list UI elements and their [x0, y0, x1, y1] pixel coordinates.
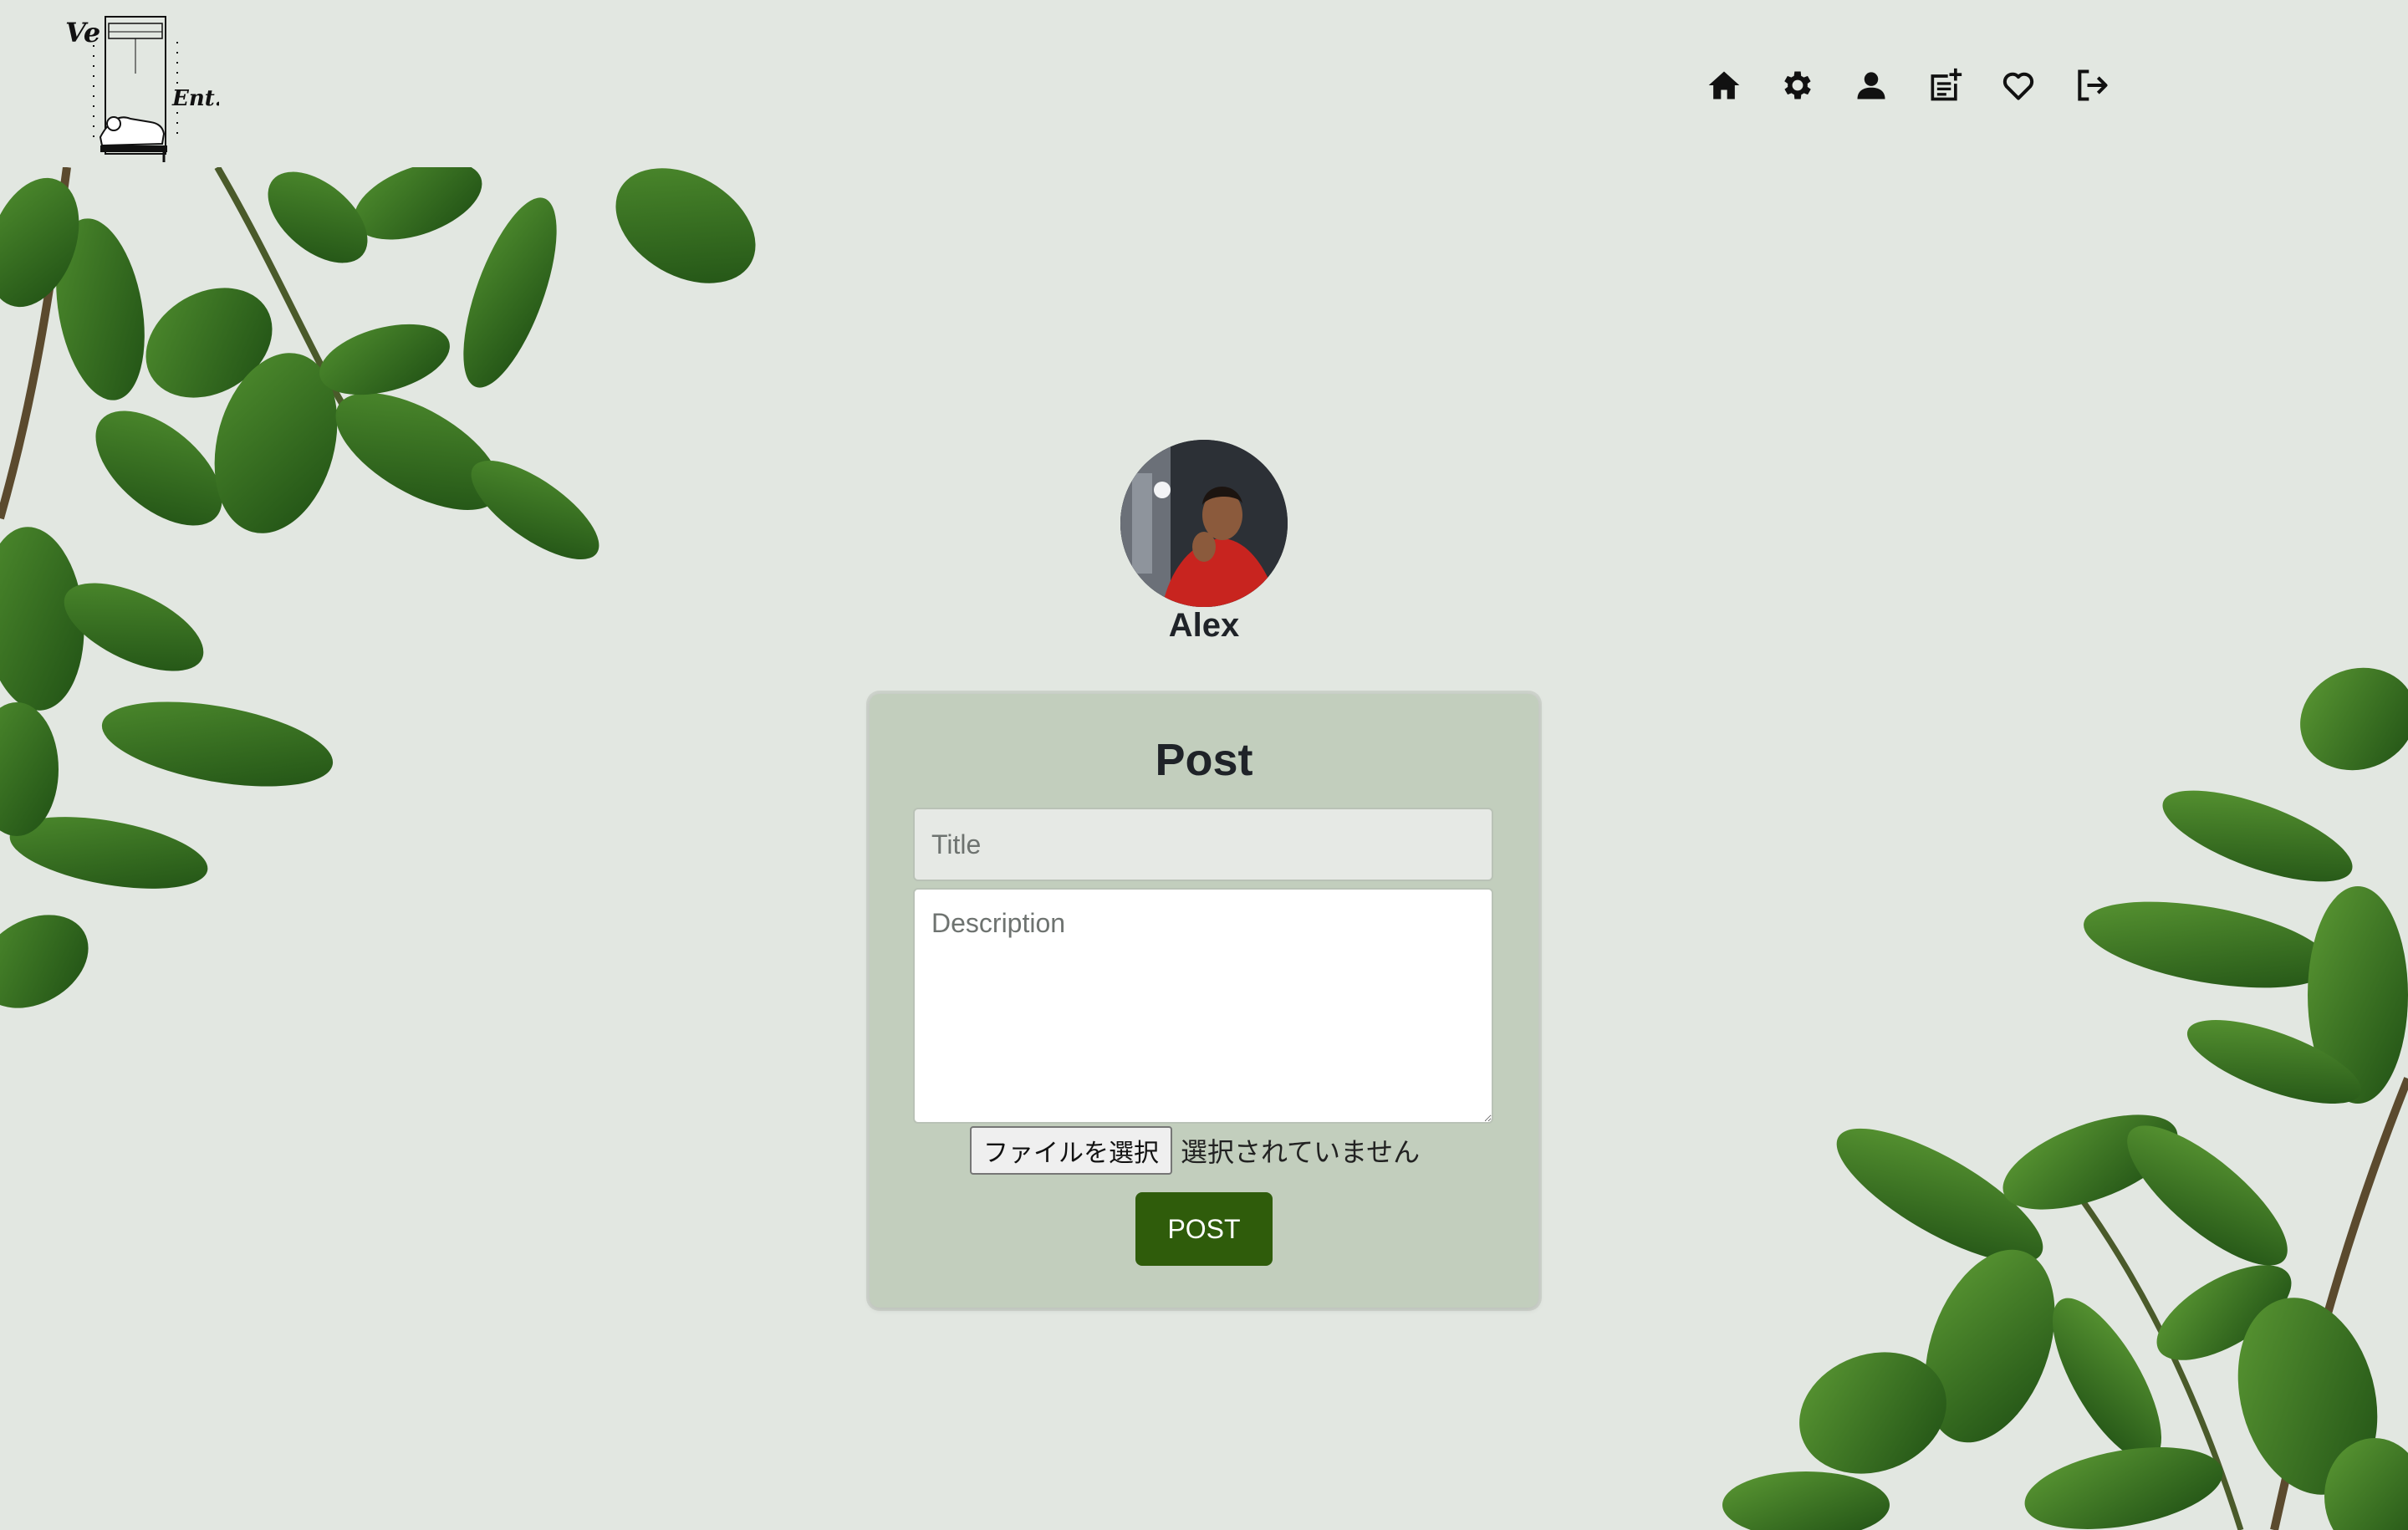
brand-logo[interactable]: Ve Ent. [64, 12, 222, 164]
nav-logout[interactable] [2074, 62, 2110, 109]
home-icon [1708, 71, 1740, 99]
decorative-leaves-left [0, 167, 756, 1008]
nav-home[interactable] [1706, 62, 1742, 109]
title-input[interactable] [913, 808, 1493, 881]
brand-logo-image: Ve Ent. [65, 16, 222, 164]
description-textarea[interactable] [913, 888, 1493, 1124]
form-heading: Post [1155, 735, 1253, 785]
file-status-text: 選択されていません [1181, 1136, 1421, 1168]
heart-icon [2002, 72, 2034, 100]
logo-text-bottom: Ent. [171, 86, 219, 111]
logo-text-top: Ve [65, 17, 100, 48]
user-icon [1857, 72, 1885, 99]
post-submit-button[interactable]: POST [1135, 1192, 1273, 1266]
profile-username: Alex [1168, 607, 1240, 644]
post-form-card: Post ファイルを選択 選択されていません POST [870, 694, 1538, 1308]
nav-profile[interactable] [1853, 62, 1890, 109]
nav-new-post[interactable] [1926, 62, 1963, 109]
logout-icon [2078, 69, 2108, 101]
nav-favorites[interactable] [2000, 62, 2037, 109]
avatar-photo [1120, 440, 1288, 607]
top-nav [1706, 62, 2110, 109]
nav-settings[interactable] [1779, 62, 1816, 109]
top-header: Ve Ent. [0, 0, 2408, 167]
gear-icon [1784, 71, 1811, 99]
avatar[interactable] [1120, 440, 1288, 607]
choose-file-button[interactable]: ファイルを選択 [970, 1126, 1172, 1175]
new-post-icon [1931, 68, 1962, 101]
decorative-leaves-right [1722, 667, 2408, 1530]
file-picker: ファイルを選択 選択されていません [970, 1125, 1420, 1176]
